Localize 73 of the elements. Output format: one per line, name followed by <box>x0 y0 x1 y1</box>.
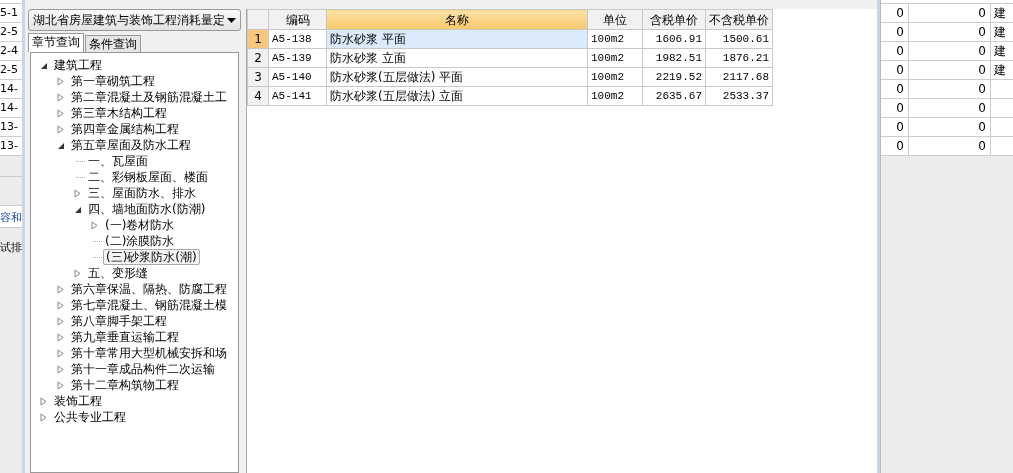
table-cell: 0 <box>909 23 991 41</box>
table-cell: 防水砂浆(五层做法) 平面 <box>326 67 588 87</box>
tab[interactable]: 条件查询 <box>85 35 141 52</box>
table-cell: 2533.37 <box>705 86 773 106</box>
table-cell: 1606.91 <box>642 29 706 49</box>
tree-item[interactable]: 装饰工程 <box>52 394 104 408</box>
tree-item[interactable]: 第一章砌筑工程 <box>69 74 157 88</box>
tree-item[interactable]: 第九章垂直运输工程 <box>69 330 181 344</box>
column-header[interactable]: 单位 <box>587 9 643 30</box>
table-cell: 0 <box>909 137 991 155</box>
table-cell: 0 <box>881 42 909 60</box>
quota-dropdown[interactable]: 湖北省房屋建筑与装饰工程消耗量定 <box>28 9 241 31</box>
table-cell: 100m2 <box>587 29 643 49</box>
column-header[interactable]: 不含税单价 <box>705 9 773 30</box>
table-cell: 0 <box>909 42 991 60</box>
table-cell: 0 <box>909 4 991 22</box>
table-cell: 0 <box>881 61 909 79</box>
label-text: 试排 <box>0 240 22 255</box>
table-cell: 100m2 <box>587 86 643 106</box>
tree-item[interactable]: (一)卷材防水 <box>103 218 177 232</box>
tree-item[interactable]: 公共专业工程 <box>52 410 128 424</box>
column-header[interactable]: 编码 <box>268 9 327 30</box>
table-cell: 建 <box>994 44 1006 58</box>
tree-item[interactable]: 一、瓦屋面 <box>86 154 150 168</box>
table-cell: 0 <box>909 118 991 136</box>
tree-item[interactable]: (三)砂浆防水(潮) <box>103 249 200 265</box>
tree-item[interactable]: 第七章混凝土、钢筋混凝土模 <box>69 298 229 312</box>
table-cell: 100m2 <box>587 67 643 87</box>
tree-item[interactable]: 三、屋面防水、排水 <box>86 186 198 200</box>
table-cell: 0 <box>881 4 909 22</box>
tree-item[interactable]: 第十二章构筑物工程 <box>69 378 181 392</box>
tree-item[interactable]: 第三章木结构工程 <box>69 106 169 120</box>
tree-item[interactable]: 建筑工程 <box>52 58 104 72</box>
tree-item[interactable]: 第十章常用大型机械安拆和场 <box>69 346 229 360</box>
table-cell: 0 <box>909 61 991 79</box>
table-cell: 0 <box>881 80 909 98</box>
table-cell: 0 <box>909 99 991 117</box>
table-cell: 建 <box>994 63 1006 77</box>
table-cell: 0 <box>881 137 909 155</box>
table-cell: A5-138 <box>268 29 327 49</box>
table-cell: 防水砂浆 立面 <box>326 48 588 68</box>
table-cell: 1500.61 <box>705 29 773 49</box>
table-cell: 2219.52 <box>642 67 706 87</box>
column-header[interactable]: 含税单价 <box>642 9 706 30</box>
column-header[interactable]: 名称 <box>326 9 588 30</box>
tree-item[interactable]: 第五章屋面及防水工程 <box>69 138 193 152</box>
table-cell: 0 <box>909 80 991 98</box>
tree-item[interactable]: 四、墙地面防水(防潮) <box>86 202 208 216</box>
table-cell: 建 <box>994 25 1006 39</box>
table-cell: 100m2 <box>587 48 643 68</box>
table-cell: 0 <box>881 99 909 117</box>
table-cell: 1876.21 <box>705 48 773 68</box>
tree-item[interactable]: (二)涂膜防水 <box>103 234 177 248</box>
table-cell: 建 <box>994 6 1006 20</box>
table-cell: A5-141 <box>268 86 327 106</box>
dropdown-arrow-icon <box>227 17 236 23</box>
table-cell: 2635.67 <box>642 86 706 106</box>
link-text[interactable]: 容和 <box>0 206 22 228</box>
table-cell: A5-139 <box>268 48 327 68</box>
table-cell: 2117.68 <box>705 67 773 87</box>
table-cell: 0 <box>881 118 909 136</box>
table-cell: 0 <box>881 23 909 41</box>
table-cell: 1982.51 <box>642 48 706 68</box>
tab[interactable]: 章节查询 <box>28 33 84 52</box>
tree-item[interactable]: 第八章脚手架工程 <box>69 314 169 328</box>
tree-item[interactable]: 第二章混凝土及钢筋混凝土工 <box>69 90 229 104</box>
tree-item[interactable]: 第六章保温、隔热、防腐工程 <box>69 282 229 296</box>
tree-item[interactable]: 二、彩钢板屋面、楼面 <box>86 170 210 184</box>
table-cell: 防水砂浆(五层做法) 立面 <box>326 86 588 106</box>
tree-item[interactable]: 第四章金属结构工程 <box>69 122 181 136</box>
tree-item[interactable]: 五、变形缝 <box>86 266 150 280</box>
table-cell: A5-140 <box>268 67 327 87</box>
tree-item[interactable]: 第十一章成品构件二次运输 <box>69 362 217 376</box>
